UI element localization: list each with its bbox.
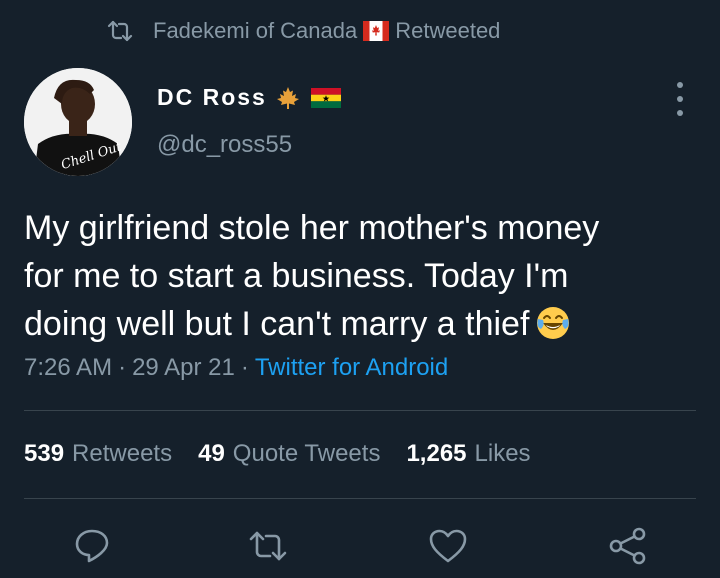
tweet-date: 29 Apr 21 (132, 354, 235, 381)
likes-stat[interactable]: 1,265 Likes (406, 440, 530, 468)
retweets-label: Retweets (72, 440, 173, 467)
reply-button[interactable] (72, 528, 112, 568)
tweet-stats: 539 Retweets 49 Quote Tweets 1,265 Likes (24, 440, 557, 468)
retweet-action-label: Retweeted (395, 18, 501, 43)
tweet-line: My girlfriend stole her mother's money (24, 209, 600, 247)
retweeter-name[interactable]: Fadekemi of Canada (153, 18, 357, 44)
reply-icon (73, 528, 111, 569)
quote-tweets-label: Quote Tweets (232, 440, 381, 467)
share-button[interactable] (608, 527, 648, 570)
share-icon (608, 527, 648, 570)
retweet-context[interactable]: Fadekemi of Canada Retweeted (107, 16, 500, 46)
likes-label: Likes (474, 440, 531, 467)
ghana-flag-icon (310, 87, 341, 108)
quote-tweets-stat[interactable]: 49 Quote Tweets (198, 440, 380, 468)
more-dot (677, 110, 683, 116)
retweet-icon (107, 20, 133, 42)
action-bar (0, 527, 720, 570)
tweet-time: 7:26 AM (24, 354, 113, 381)
meta-separator: · (240, 354, 249, 381)
canada-flag-icon (363, 21, 390, 41)
tweet-line: for me to start a business. Today I'm (24, 257, 569, 295)
more-dot (677, 96, 683, 102)
like-button[interactable] (428, 528, 468, 568)
more-options-button[interactable] (664, 82, 696, 116)
tweet-line: doing well but I can't marry a thief (24, 305, 530, 343)
maple-leaf-icon (275, 85, 301, 111)
retweet-button[interactable] (248, 528, 288, 568)
retweets-stat[interactable]: 539 Retweets (24, 440, 172, 468)
avatar[interactable]: Chell Out (24, 68, 132, 176)
face-with-tears-of-joy-icon (535, 305, 571, 341)
author-name[interactable]: DC Ross (157, 84, 341, 111)
like-icon (428, 528, 468, 569)
quote-tweets-count: 49 (198, 440, 225, 467)
divider (24, 498, 696, 499)
retweet-icon (248, 530, 288, 567)
divider (24, 410, 696, 411)
display-name[interactable]: DC Ross (157, 84, 267, 111)
meta-separator: · (118, 354, 127, 381)
likes-count: 1,265 (406, 440, 467, 467)
tweet-text: My girlfriend stole her mother's money f… (24, 204, 694, 348)
tweet-line-last: doing well but I can't marry a thief (24, 300, 694, 348)
tweet-source-link[interactable]: Twitter for Android (255, 354, 448, 382)
retweets-count: 539 (24, 440, 65, 467)
more-dot (677, 82, 683, 88)
author-handle[interactable]: @dc_ross55 (157, 131, 292, 159)
tweet-meta: 7:26 AM · 29 Apr 21 · Twitter for Androi… (24, 354, 448, 382)
